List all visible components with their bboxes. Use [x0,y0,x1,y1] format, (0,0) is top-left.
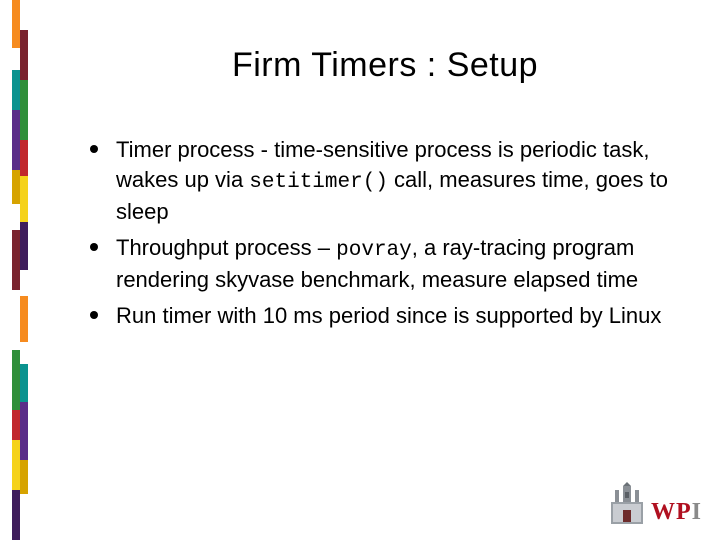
slide-body: Timer process - time-sensitive process i… [90,135,670,339]
bullet-text: Throughput process – povray, a ray-traci… [116,233,670,295]
logo-letter-p: P [676,499,692,526]
slide-title: Firm Timers : Setup [90,46,680,85]
bullet-dot-icon [90,145,98,153]
wpi-logo: WPI [609,482,702,526]
logo-letter-i: I [692,499,702,526]
bullet-dot-icon [90,311,98,319]
wpi-wordmark: WPI [651,499,702,526]
bullet-text-code: setitimer() [249,171,388,194]
logo-letter-w: W [651,499,676,526]
bullet-item: Timer process - time-sensitive process i… [90,135,670,227]
bullet-text-pre: Run timer with 10 ms period since is sup… [116,303,661,328]
bullet-item: Throughput process – povray, a ray-traci… [90,233,670,295]
bullet-item: Run timer with 10 ms period since is sup… [90,301,670,333]
bullet-text: Timer process - time-sensitive process i… [116,135,670,227]
decorative-sidebar [0,0,40,540]
wpi-crest-icon [609,482,645,526]
bullet-text-pre: Throughput process – [116,235,336,260]
bullet-dot-icon [90,243,98,251]
bullet-text: Run timer with 10 ms period since is sup… [116,301,661,333]
bullet-text-code: povray [336,239,412,262]
